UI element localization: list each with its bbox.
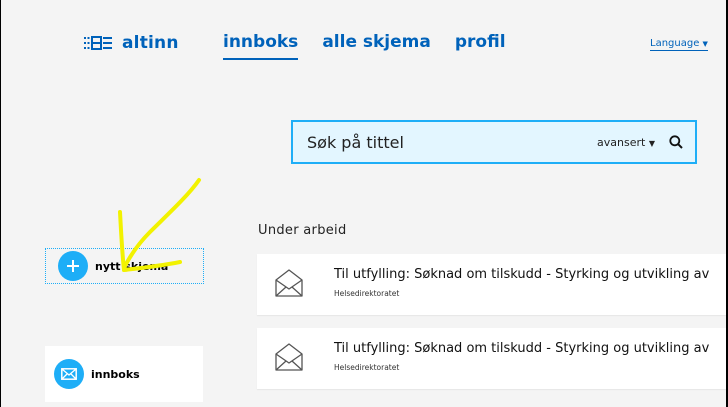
item-title: Til utfylling: Søknad om tilskudd - Styr… — [334, 267, 710, 282]
envelope-open-icon — [274, 342, 304, 376]
search-icon[interactable] — [669, 135, 683, 149]
logo-text: altinn — [122, 33, 179, 53]
new-form-label: nytt skjema — [95, 259, 169, 273]
list-item[interactable]: Til utfylling: Søknad om tilskudd - Styr… — [257, 328, 726, 389]
new-form-button[interactable]: nytt skjema — [45, 248, 204, 284]
left-border — [0, 0, 1, 407]
search-box: avansert ▼ — [291, 120, 697, 164]
section-title: Under arbeid — [258, 223, 347, 238]
language-label: Language — [650, 38, 700, 49]
item-sender: Helsedirektoratet — [334, 363, 400, 372]
inbox-button[interactable]: innboks — [45, 346, 203, 402]
search-input[interactable] — [305, 131, 569, 153]
main-nav: innboks alle skjema profil — [223, 32, 506, 60]
altinn-logo[interactable]: altinn — [84, 33, 179, 53]
caret-down-icon: ▼ — [648, 138, 655, 148]
nav-profil[interactable]: profil — [455, 32, 506, 60]
item-title: Til utfylling: Søknad om tilskudd - Styr… — [334, 341, 710, 356]
advanced-label: avansert — [597, 135, 646, 149]
language-menu[interactable]: Language ▼ — [650, 38, 708, 51]
nav-innboks[interactable]: innboks — [223, 32, 299, 60]
caret-down-icon: ▼ — [702, 40, 708, 48]
plus-icon — [58, 251, 88, 281]
item-sender: Helsedirektoratet — [334, 289, 400, 298]
inbox-label: innboks — [91, 367, 140, 381]
altinn-logo-icon — [84, 35, 114, 51]
envelope-icon — [54, 359, 84, 389]
advanced-search-toggle[interactable]: avansert ▼ — [597, 136, 655, 149]
nav-alle-skjema[interactable]: alle skjema — [322, 32, 431, 60]
list-item[interactable]: Til utfylling: Søknad om tilskudd - Styr… — [257, 254, 726, 315]
envelope-open-icon — [274, 268, 304, 302]
